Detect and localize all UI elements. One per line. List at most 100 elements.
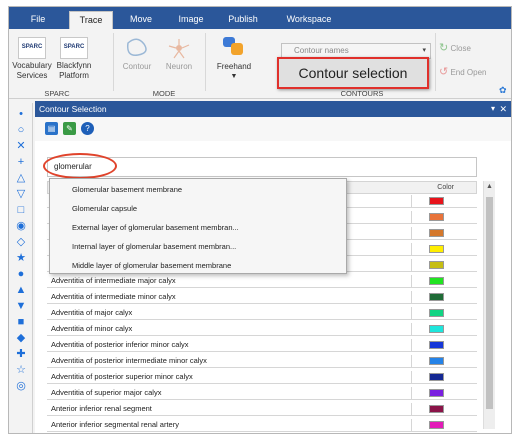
color-swatch[interactable] bbox=[429, 261, 444, 269]
color-swatch[interactable] bbox=[429, 197, 444, 205]
contour-name: Adventitia of posterior inferior minor c… bbox=[51, 340, 189, 349]
color-swatch[interactable] bbox=[429, 421, 444, 429]
filled-triangle-up-tool-icon[interactable]: ▲ bbox=[14, 283, 28, 297]
color-swatch[interactable] bbox=[429, 213, 444, 221]
close-icon[interactable]: ✕ bbox=[499, 101, 507, 117]
pin-icon[interactable]: ▾ bbox=[491, 101, 495, 117]
scroll-up-icon[interactable]: ▲ bbox=[486, 183, 493, 190]
bullseye-tool-icon[interactable]: ◎ bbox=[14, 379, 28, 393]
contour-name: Anterior inferior segmental renal artery bbox=[51, 420, 179, 429]
contour-icon bbox=[126, 38, 147, 56]
cell-divider bbox=[411, 259, 412, 272]
tab-image[interactable]: Image bbox=[171, 11, 211, 29]
blackfynn-platform-button[interactable]: SPARC Blackfynn Platform bbox=[53, 37, 95, 81]
cell-divider bbox=[411, 243, 412, 256]
color-column-header: Color bbox=[437, 184, 454, 191]
filled-square-tool-icon[interactable]: ■ bbox=[14, 315, 28, 329]
group-label-sparc: SPARC bbox=[44, 89, 70, 98]
group-divider bbox=[113, 33, 114, 91]
freehand-button[interactable]: Freehand ▼ bbox=[209, 35, 259, 82]
table-row[interactable]: Adventitia of superior major calyx bbox=[47, 387, 477, 400]
contour-name: Adventitia of intermediate minor calyx bbox=[51, 292, 176, 301]
square-tool-icon[interactable]: □ bbox=[14, 203, 28, 217]
table-row[interactable]: Adventitia of major calyx bbox=[47, 307, 477, 320]
panel-toolbar: ▤ ✎ ? bbox=[35, 117, 511, 141]
edit-icon[interactable]: ✎ bbox=[63, 122, 76, 135]
search-input[interactable]: glomerular bbox=[47, 157, 477, 177]
color-swatch[interactable] bbox=[429, 341, 444, 349]
close-contour-button[interactable]: ↻ Close bbox=[439, 43, 483, 54]
table-row[interactable]: Anterior inferior renal segment bbox=[47, 403, 477, 416]
star-tool-icon[interactable]: ★ bbox=[14, 251, 28, 265]
contour-name: Adventitia of intermediate major calyx bbox=[51, 276, 176, 285]
contour-selection-callout: Contour selection bbox=[277, 57, 429, 89]
ribbon-options-gear-icon[interactable]: ✿ bbox=[499, 85, 507, 96]
cross-tool-icon[interactable]: ✚ bbox=[14, 347, 28, 361]
table-row[interactable]: Adventitia of posterior intermediate min… bbox=[47, 355, 477, 368]
group-label-contours: CONTOURS bbox=[340, 89, 384, 98]
suggestion-item[interactable]: Internal layer of glomerular basement me… bbox=[72, 242, 236, 251]
table-row[interactable]: Anterior inferior segmental renal artery bbox=[47, 419, 477, 432]
filled-diamond-tool-icon[interactable]: ◆ bbox=[14, 331, 28, 345]
contour-name: Anterior inferior renal segment bbox=[51, 404, 152, 413]
cell-divider bbox=[411, 275, 412, 288]
contour-name: Adventitia of posterior intermediate min… bbox=[51, 356, 207, 365]
tab-publish[interactable]: Publish bbox=[223, 11, 263, 29]
color-swatch[interactable] bbox=[429, 245, 444, 253]
neuron-icon bbox=[168, 39, 190, 59]
help-icon[interactable]: ? bbox=[81, 122, 94, 135]
contour-selection-panel: Contour Selection ▾ ✕ ▤ ✎ ? glomerular C… bbox=[35, 101, 511, 433]
color-swatch[interactable] bbox=[429, 277, 444, 285]
application-window: File Trace Move Image Publish Workspace … bbox=[8, 6, 512, 434]
color-swatch[interactable] bbox=[429, 309, 444, 317]
tab-file[interactable]: File bbox=[23, 11, 53, 29]
tab-workspace[interactable]: Workspace bbox=[281, 11, 337, 29]
close-label: Close bbox=[450, 44, 471, 53]
filled-circle-tool-icon[interactable]: ● bbox=[14, 267, 28, 281]
color-swatch[interactable] bbox=[429, 405, 444, 413]
color-swatch[interactable] bbox=[429, 325, 444, 333]
color-swatch[interactable] bbox=[429, 357, 444, 365]
tab-trace[interactable]: Trace bbox=[69, 11, 113, 29]
suggestion-item[interactable]: Middle layer of glomerular basement memb… bbox=[72, 261, 231, 270]
freehand-label: Freehand bbox=[216, 62, 252, 71]
table-row[interactable]: Adventitia of intermediate minor calyx bbox=[47, 291, 477, 304]
dot-tool-icon[interactable]: • bbox=[14, 107, 28, 121]
neuron-mode-button[interactable]: Neuron bbox=[159, 37, 199, 72]
outline-star-tool-icon[interactable]: ☆ bbox=[14, 363, 28, 377]
table-row[interactable]: Adventitia of minor calyx bbox=[47, 323, 477, 336]
scrollbar-thumb[interactable] bbox=[486, 197, 493, 409]
triangle-up-tool-icon[interactable]: △ bbox=[14, 171, 28, 185]
document-icon[interactable]: ▤ bbox=[45, 122, 58, 135]
shape-toolbar: • ○ ✕ + △ ▽ □ ◉ ◇ ★ ● ▲ ▼ ■ ◆ ✚ ☆ ◎ bbox=[9, 103, 33, 433]
table-row[interactable]: Adventitia of posterior superior minor c… bbox=[47, 371, 477, 384]
table-row[interactable]: Adventitia of posterior inferior minor c… bbox=[47, 339, 477, 352]
contour-name: Adventitia of posterior superior minor c… bbox=[51, 372, 193, 381]
cell-divider bbox=[411, 403, 412, 416]
color-swatch[interactable] bbox=[429, 373, 444, 381]
contour-name: Adventitia of superior major calyx bbox=[51, 388, 162, 397]
vertical-scrollbar[interactable]: ▲ bbox=[483, 181, 495, 429]
filled-triangle-down-tool-icon[interactable]: ▼ bbox=[14, 299, 28, 313]
target-tool-icon[interactable]: ◉ bbox=[14, 219, 28, 233]
neuron-label: Neuron bbox=[165, 62, 193, 71]
group-divider bbox=[205, 33, 206, 91]
circle-tool-icon[interactable]: ○ bbox=[14, 123, 28, 137]
chevron-down-icon: ▼ bbox=[230, 73, 238, 80]
suggestion-item[interactable]: Glomerular capsule bbox=[72, 204, 137, 213]
contour-mode-button[interactable]: Contour bbox=[117, 37, 157, 72]
color-swatch[interactable] bbox=[429, 293, 444, 301]
cell-divider bbox=[411, 371, 412, 384]
suggestion-item[interactable]: Glomerular basement membrane bbox=[72, 185, 182, 194]
diamond-tool-icon[interactable]: ◇ bbox=[14, 235, 28, 249]
triangle-down-tool-icon[interactable]: ▽ bbox=[14, 187, 28, 201]
color-swatch[interactable] bbox=[429, 389, 444, 397]
suggestion-item[interactable]: External layer of glomerular basement me… bbox=[72, 223, 239, 232]
vocabulary-services-button[interactable]: SPARC Vocabulary Services bbox=[11, 37, 53, 81]
tab-move[interactable]: Move bbox=[123, 11, 159, 29]
plus-tool-icon[interactable]: + bbox=[14, 155, 28, 169]
x-marker-tool-icon[interactable]: ✕ bbox=[14, 139, 28, 153]
end-open-button[interactable]: ↺ End Open bbox=[439, 67, 509, 78]
table-row[interactable]: Adventitia of intermediate major calyx bbox=[47, 275, 477, 288]
color-swatch[interactable] bbox=[429, 229, 444, 237]
